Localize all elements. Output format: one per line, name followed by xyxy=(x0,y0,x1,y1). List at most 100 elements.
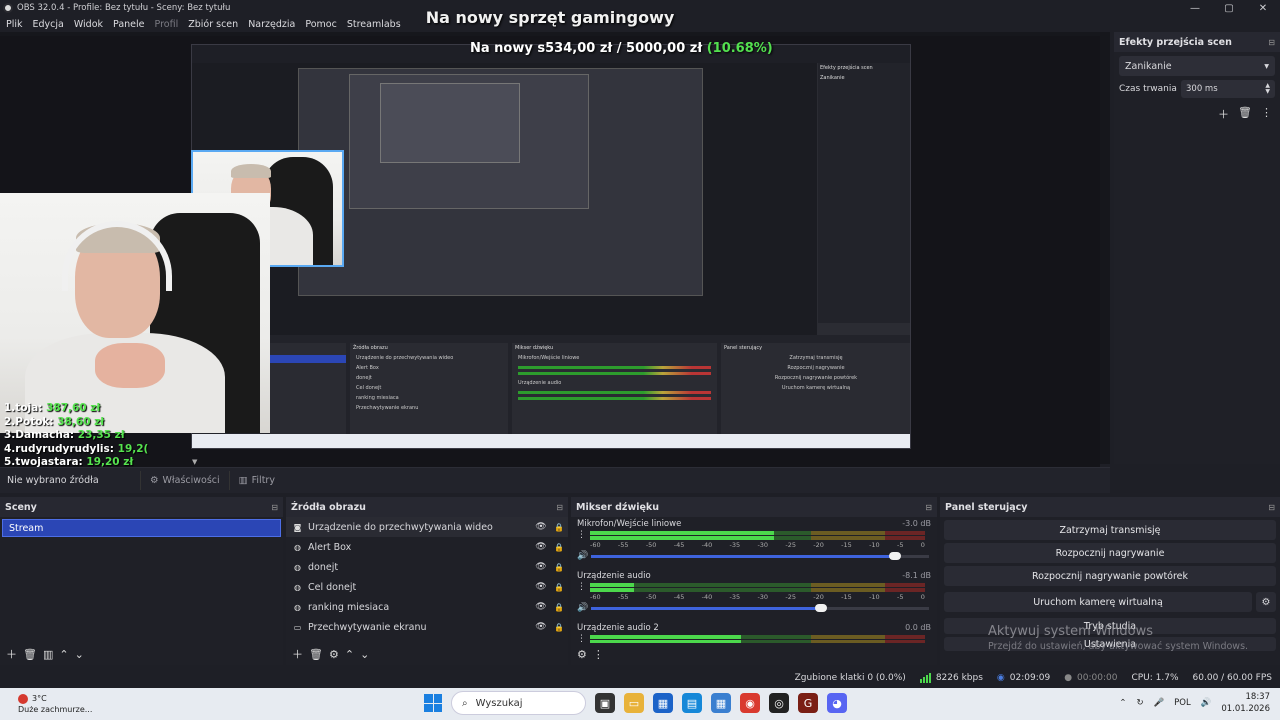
ranking-name: 3.Damacha: xyxy=(4,429,75,441)
source-toolbar: Nie wybrano źródła ⚙ Właściwości ▥ Filtry xyxy=(0,467,1110,493)
volume-slider[interactable]: 🔊 xyxy=(577,602,929,614)
speaker-icon[interactable]: 🔊 xyxy=(577,551,591,561)
lang-indicator[interactable]: POL xyxy=(1174,698,1191,708)
sync-icon[interactable]: ↻ xyxy=(1136,698,1143,708)
lock-icon[interactable]: 🔒 xyxy=(550,523,568,532)
volume-slider[interactable]: 🔊 xyxy=(577,550,929,562)
rec-time: 00:00:00 xyxy=(1077,673,1118,683)
minimize-button[interactable]: — xyxy=(1178,0,1212,16)
stream-banner: Na nowy sprzęt gamingowy xyxy=(425,8,675,27)
task-view-icon[interactable]: ▣ xyxy=(595,693,615,713)
eye-icon[interactable]: 👁 xyxy=(532,622,550,632)
no-source-label: Nie wybrano źródła xyxy=(7,475,99,486)
volume-icon[interactable]: 🔊 xyxy=(1201,698,1212,708)
nested-source-row: Urządzenie do przechwytywania wideo xyxy=(356,355,454,361)
move-up-icon[interactable]: ⌃ xyxy=(59,648,68,661)
move-up-icon[interactable]: ⌃ xyxy=(345,648,354,661)
nested-meter xyxy=(518,397,711,400)
meter-tick-label: 0 xyxy=(920,593,925,601)
start-replay-buffer-button[interactable]: Rozpocznij nagrywanie powtórek xyxy=(944,566,1276,586)
source-row[interactable]: ◍ Cel donejt 👁 🔒 xyxy=(286,577,568,597)
chrome-icon[interactable]: ◉ xyxy=(740,693,760,713)
volume-knob[interactable] xyxy=(814,603,827,612)
channel-menu-icon[interactable]: ⋮ xyxy=(577,530,586,540)
dock-float-icon[interactable]: ⊟ xyxy=(1268,503,1275,512)
filter-icon[interactable]: ▥ xyxy=(43,648,53,661)
calculator-icon[interactable]: ▦ xyxy=(711,693,731,713)
lock-icon[interactable]: 🔒 xyxy=(550,623,568,632)
source-row[interactable]: ◙ Urządzenie do przechwytywania wideo 👁 … xyxy=(286,517,568,537)
gear-icon[interactable]: ⚙ xyxy=(1256,592,1276,612)
source-row[interactable]: ◍ Alert Box 👁 🔒 xyxy=(286,537,568,557)
lock-icon[interactable]: 🔒 xyxy=(550,563,568,572)
virtual-camera-row: Uruchom kamerę wirtualną ⚙ xyxy=(940,589,1280,615)
advanced-audio-icon[interactable]: ⚙ xyxy=(577,648,587,661)
maximize-button[interactable]: ▢ xyxy=(1212,0,1246,16)
trash-icon[interactable]: 🗑 xyxy=(1238,106,1252,122)
eye-icon[interactable]: 👁 xyxy=(532,562,550,572)
clock[interactable]: 18:37 01.01.2026 xyxy=(1221,691,1270,715)
speaker-icon[interactable]: 🔊 xyxy=(577,603,591,613)
mixer-channels: Mikrofon/Wejście liniowe -3.0 dB ⋮ -60 -55 -5… xyxy=(571,517,937,643)
file-explorer-icon[interactable]: ▭ xyxy=(624,693,644,713)
meter-tick-label: -55 xyxy=(617,541,629,549)
close-button[interactable]: ✕ xyxy=(1246,0,1280,16)
spin-arrows-icon[interactable]: ▲ ▼ xyxy=(1265,83,1270,95)
dock-float-icon[interactable]: ⊟ xyxy=(271,503,278,512)
source-row[interactable]: ▭ Przechwytywanie ekranu 👁 🔒 xyxy=(286,617,568,637)
stop-stream-button[interactable]: Zatrzymaj transmisję xyxy=(944,520,1276,540)
preview-canvas[interactable]: Efekty przejścia scen Zanikanie Źródła o… xyxy=(0,36,1100,486)
add-icon[interactable]: ＋ xyxy=(1218,106,1229,122)
source-row[interactable]: ◍ ranking miesiaca 👁 🔒 xyxy=(286,597,568,617)
start-recording-button[interactable]: Rozpocznij nagrywanie xyxy=(944,543,1276,563)
dock-float-icon[interactable]: ⊟ xyxy=(925,503,932,512)
properties-button[interactable]: ⚙ Właściwości xyxy=(140,471,229,490)
more-icon[interactable]: ⋮ xyxy=(1261,106,1272,122)
tray-chevron-icon[interactable]: ⌃ xyxy=(1119,698,1126,708)
game-icon[interactable]: G xyxy=(798,693,818,713)
taskbar-search[interactable]: ⌕ Wyszukaj xyxy=(451,691,586,715)
transition-select[interactable]: Zanikanie ▾ xyxy=(1119,56,1275,76)
lock-icon[interactable]: 🔒 xyxy=(550,583,568,592)
trash-icon[interactable]: 🗑 xyxy=(23,648,37,661)
start-virtual-camera-button[interactable]: Uruchom kamerę wirtualną xyxy=(944,592,1252,612)
move-down-icon[interactable]: ⌄ xyxy=(360,648,369,661)
discord-icon[interactable]: ◕ xyxy=(827,693,847,713)
volume-knob[interactable] xyxy=(889,551,902,560)
weather-widget[interactable]: 3°C Duże zachmurze... xyxy=(18,693,92,715)
channel-menu-icon[interactable]: ⋮ xyxy=(577,634,586,643)
eye-icon[interactable]: 👁 xyxy=(532,582,550,592)
webcam-main xyxy=(0,193,270,433)
eye-icon[interactable]: 👁 xyxy=(532,542,550,552)
dock-float-icon[interactable]: ⊟ xyxy=(556,503,563,512)
mic-icon[interactable]: 🎤 xyxy=(1154,698,1165,708)
nested-transitions-select: Zanikanie xyxy=(820,75,845,81)
duration-spinbox[interactable]: 300 ms ▲ ▼ xyxy=(1181,80,1275,98)
nested-menu xyxy=(192,55,910,63)
more-icon[interactable]: ⋮ xyxy=(593,648,604,661)
lock-icon[interactable]: 🔒 xyxy=(550,543,568,552)
windows-start-icon[interactable] xyxy=(424,694,442,712)
globe-icon: ◍ xyxy=(294,602,301,612)
filters-button[interactable]: ▥ Filtry xyxy=(228,471,284,490)
add-icon[interactable]: ＋ xyxy=(6,646,17,662)
eye-icon[interactable]: 👁 xyxy=(532,602,550,612)
lock-icon[interactable]: 🔒 xyxy=(550,603,568,612)
sources-dock: Źródła obrazu ⊟ ◙ Urządzenie do przechwy… xyxy=(286,497,568,665)
trash-icon[interactable]: 🗑 xyxy=(309,648,323,661)
obs-icon[interactable]: ◎ xyxy=(769,693,789,713)
gear-icon[interactable]: ⚙ xyxy=(329,648,339,661)
meter-tick-label: -60 xyxy=(590,593,601,601)
eye-icon[interactable]: 👁 xyxy=(532,522,550,532)
channel-menu-icon[interactable]: ⋮ xyxy=(577,582,586,592)
scene-item-stream[interactable]: Stream xyxy=(2,519,281,537)
dock-float-icon[interactable]: ⊟ xyxy=(1268,38,1275,47)
duration-row: Czas trwania 300 ms ▲ ▼ xyxy=(1119,80,1275,98)
app-icon[interactable]: ▤ xyxy=(682,693,702,713)
store-icon[interactable]: ▦ xyxy=(653,693,673,713)
add-icon[interactable]: ＋ xyxy=(292,646,303,662)
preview-area[interactable]: Efekty przejścia scen Zanikanie Źródła o… xyxy=(0,32,1110,486)
scenes-toolbar: ＋ 🗑 ▥ ⌃ ⌄ xyxy=(0,643,283,665)
move-down-icon[interactable]: ⌄ xyxy=(75,648,84,661)
source-row[interactable]: ◍ donejt 👁 🔒 xyxy=(286,557,568,577)
